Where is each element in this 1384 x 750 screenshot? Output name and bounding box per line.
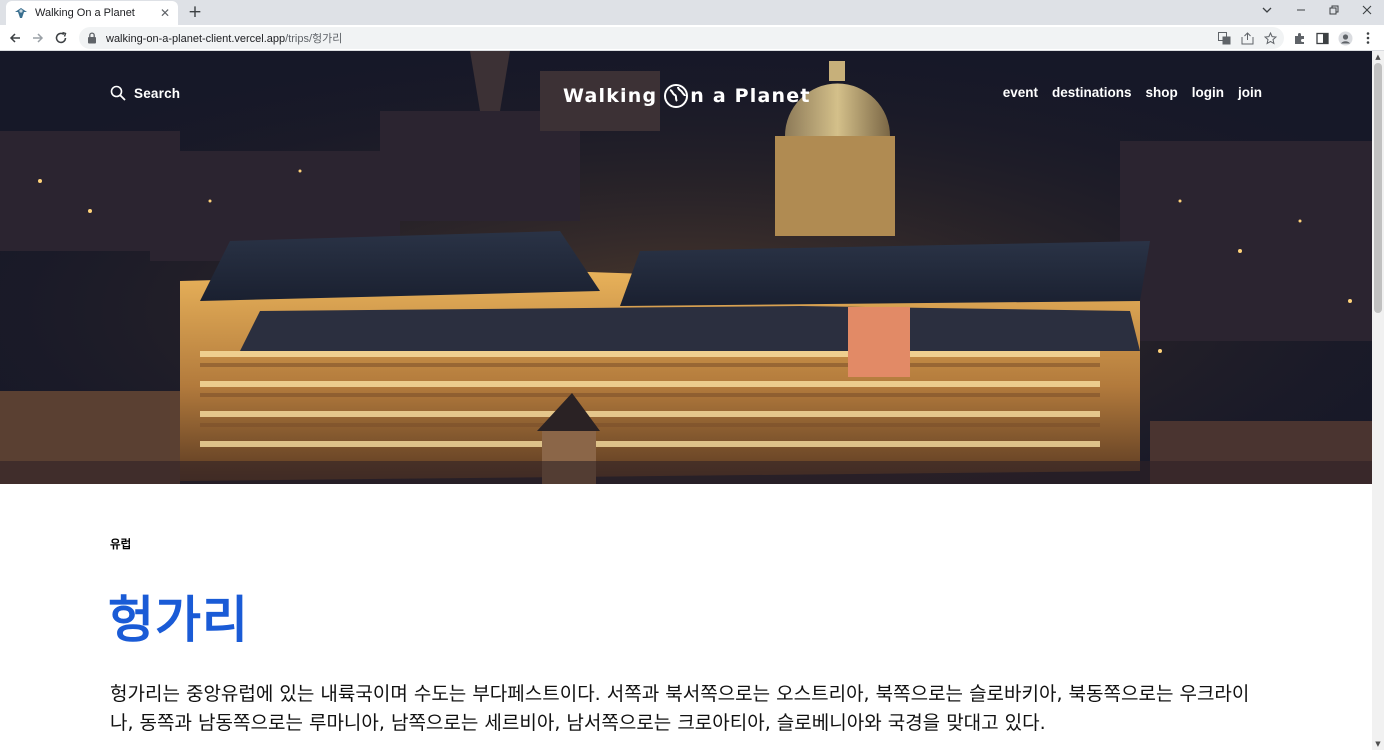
hero-banner: Search Walking n a Planet event destinat…: [0, 51, 1372, 484]
bookmark-star-icon[interactable]: [1261, 29, 1279, 47]
country-title: 헝가리: [108, 591, 249, 649]
browser-toolbar: walking-on-a-planet-client.vercel.app/tr…: [0, 25, 1384, 51]
new-tab-button[interactable]: +: [186, 3, 204, 21]
logo-text-right: n a Planet: [690, 85, 811, 107]
url-host: walking-on-a-planet-client.vercel.app: [106, 33, 286, 45]
nav-shop[interactable]: shop: [1146, 85, 1178, 100]
browser-menu-icon[interactable]: [1359, 29, 1377, 47]
side-panel-icon[interactable]: [1313, 29, 1331, 47]
nav-join[interactable]: join: [1238, 85, 1262, 100]
browser-tab-strip: Walking On a Planet ✕ +: [0, 0, 1384, 25]
share-icon[interactable]: [1238, 29, 1256, 47]
nav-event[interactable]: event: [1003, 85, 1038, 100]
extensions-icon[interactable]: [1290, 29, 1308, 47]
profile-avatar-icon[interactable]: [1336, 29, 1354, 47]
reload-icon[interactable]: [52, 29, 70, 47]
tab-search-icon[interactable]: [1252, 2, 1282, 22]
nav-destinations[interactable]: destinations: [1052, 85, 1132, 100]
translate-icon[interactable]: [1215, 29, 1233, 47]
main-nav: event destinations shop login join: [1003, 85, 1262, 100]
back-arrow-icon[interactable]: [6, 29, 24, 47]
tab-title: Walking On a Planet: [35, 7, 135, 19]
tab-close-icon[interactable]: ✕: [158, 6, 172, 20]
site-favicon-icon: [15, 8, 27, 18]
page-viewport: Search Walking n a Planet event destinat…: [0, 51, 1372, 750]
restore-icon[interactable]: [1319, 2, 1349, 22]
url-path: /trips/헝가리: [285, 33, 343, 45]
scroll-up-icon[interactable]: ▲: [1372, 51, 1384, 63]
url-text: walking-on-a-planet-client.vercel.app/tr…: [106, 30, 342, 46]
header-search-button[interactable]: Search: [110, 85, 180, 101]
globe-icon: [664, 84, 689, 108]
logo-text-left: Walking: [563, 85, 658, 107]
close-window-icon[interactable]: [1352, 2, 1382, 22]
site-logo[interactable]: Walking n a Planet: [563, 81, 813, 111]
scroll-down-icon[interactable]: ▼: [1372, 738, 1384, 750]
address-bar[interactable]: walking-on-a-planet-client.vercel.app/tr…: [79, 27, 1284, 49]
minimize-icon[interactable]: [1286, 2, 1316, 22]
search-icon: [110, 85, 126, 101]
continent-label: 유럽: [110, 537, 132, 551]
country-description: 헝가리는 중앙유럽에 있는 내륙국이며 수도는 부다페스트이다. 서쪽과 북서쪽…: [110, 683, 1250, 734]
nav-login[interactable]: login: [1192, 85, 1224, 100]
page-scrollbar[interactable]: ▲ ▼: [1372, 51, 1384, 750]
scrollbar-thumb[interactable]: [1374, 63, 1382, 313]
browser-tab[interactable]: Walking On a Planet ✕: [6, 1, 178, 25]
buda-castle-night-image: [0, 51, 1372, 484]
lock-icon: [88, 32, 96, 44]
search-label: Search: [134, 85, 181, 101]
forward-arrow-icon[interactable]: [29, 29, 47, 47]
